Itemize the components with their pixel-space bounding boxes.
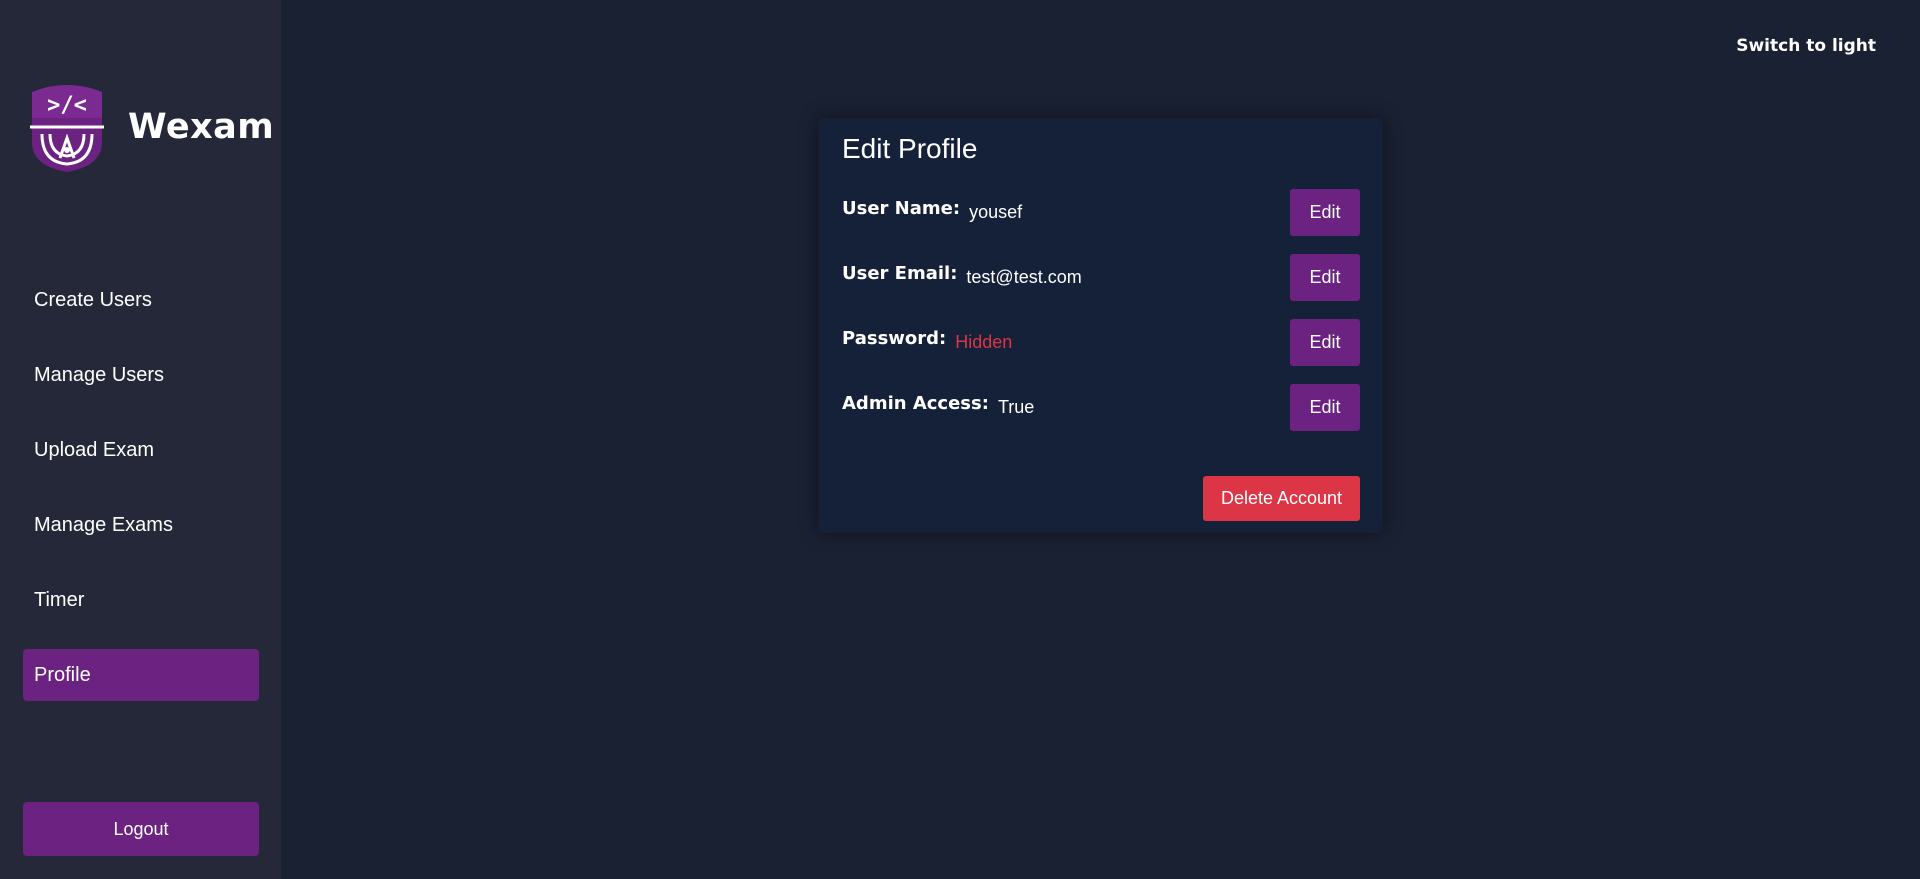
brand[interactable]: >/< Wexam <box>28 82 274 172</box>
svg-text:>/<: >/< <box>47 93 87 118</box>
field-row-password: Password: Hidden Edit <box>842 319 1360 366</box>
sidebar-item-upload-exam[interactable]: Upload Exam <box>23 424 259 476</box>
field-label-user-name: User Name: <box>842 198 961 219</box>
field-value-user-email: test@test.com <box>966 267 1082 287</box>
wexam-logo-icon: >/< <box>30 85 104 172</box>
app-root: >/< Wexam Create Users Manage Users Uplo… <box>0 0 1920 879</box>
edit-password-button[interactable]: Edit <box>1290 319 1360 366</box>
field-value-admin-access: True <box>997 397 1035 417</box>
field-value-password: Hidden <box>955 332 1013 352</box>
edit-user-email-button[interactable]: Edit <box>1290 254 1360 301</box>
sidebar-item-timer[interactable]: Timer <box>23 574 259 626</box>
field-row-user-email: User Email: test@test.com Edit <box>842 254 1360 301</box>
delete-account-button[interactable]: Delete Account <box>1203 476 1360 521</box>
theme-toggle-button[interactable]: Switch to light <box>1736 36 1876 56</box>
field-row-admin-access: Admin Access: True Edit <box>842 384 1360 431</box>
edit-profile-card: Edit Profile User Name: yousef Edit User… <box>819 119 1382 532</box>
field-value-user-name: yousef <box>969 202 1023 222</box>
sidebar-item-create-users[interactable]: Create Users <box>23 274 259 326</box>
edit-user-name-button[interactable]: Edit <box>1290 189 1360 236</box>
field-label-admin-access: Admin Access: <box>842 393 989 414</box>
field-label-user-email: User Email: <box>842 263 958 284</box>
sidebar-item-manage-exams[interactable]: Manage Exams <box>23 499 259 551</box>
sidebar-nav: Create Users Manage Users Upload Exam Ma… <box>23 274 259 724</box>
field-row-user-name: User Name: yousef Edit <box>842 189 1360 236</box>
logout-button[interactable]: Logout <box>23 802 259 856</box>
sidebar-item-profile[interactable]: Profile <box>23 649 259 701</box>
brand-name: Wexam <box>128 107 275 147</box>
edit-admin-access-button[interactable]: Edit <box>1290 384 1360 431</box>
sidebar: >/< Wexam Create Users Manage Users Uplo… <box>0 0 281 879</box>
sidebar-item-manage-users[interactable]: Manage Users <box>23 349 259 401</box>
field-label-password: Password: <box>842 328 947 349</box>
page-title: Edit Profile <box>842 133 978 164</box>
